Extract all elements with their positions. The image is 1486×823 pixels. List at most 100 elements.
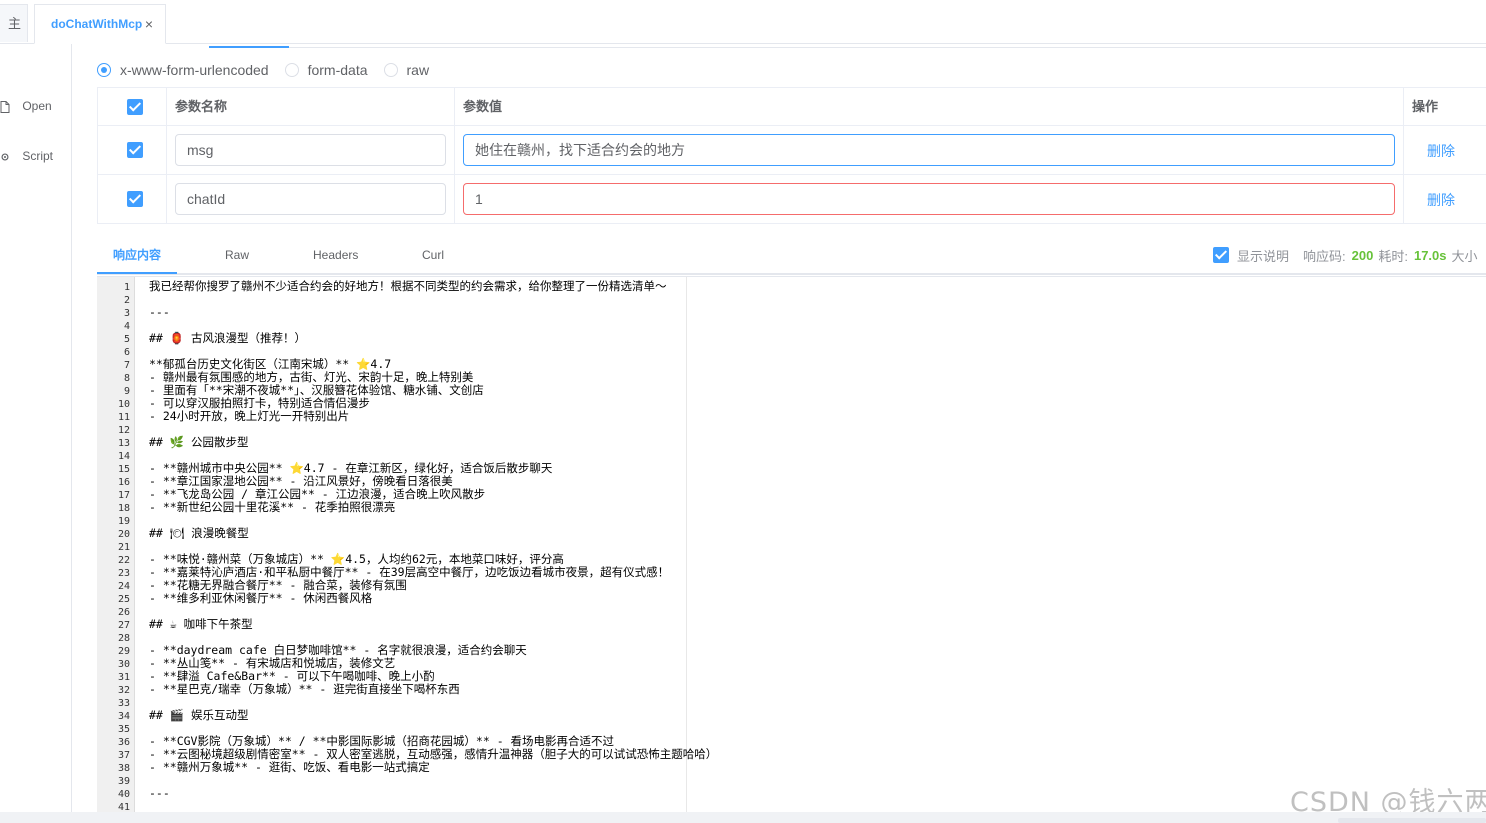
radio-label: form-data	[307, 62, 368, 78]
code-lines: 我已经帮你搜罗了赣州不少适合约会的好地方！根据不同类型的约会需求，给你整理了一份…	[149, 280, 1479, 813]
line-number: 27	[117, 620, 130, 631]
tab-home[interactable]: 主页	[0, 4, 28, 42]
column-divider	[166, 88, 167, 224]
column-divider	[1403, 88, 1404, 224]
table-header-row: 参数名称 参数值 操作	[98, 88, 1486, 126]
line-number: 25	[117, 594, 130, 605]
code-line: ## 🎬 娱乐互动型	[149, 708, 249, 722]
line-number: 11	[117, 412, 130, 423]
rail-item-label: Open	[22, 99, 52, 113]
line-number: 7	[123, 360, 130, 371]
line-number: 31	[117, 672, 130, 683]
line-number: 4	[123, 321, 130, 332]
line-number: 38	[117, 763, 130, 774]
radio-dot[interactable]	[284, 63, 299, 77]
params-table: 参数名称 参数值 操作 msg 她住在赣州，找下适合约会的地方 删除 chatI…	[97, 87, 1486, 224]
active-tab-indicator	[97, 272, 177, 274]
code-line: ## 🍽 浪漫晚餐型	[149, 526, 249, 540]
header-param-value: 参数值	[463, 99, 503, 114]
row-enabled-checkbox[interactable]	[127, 191, 143, 207]
tab-headers[interactable]: Headers	[313, 243, 358, 273]
bottom-scroll-track	[0, 812, 1486, 823]
param-name-input[interactable]: msg	[175, 134, 446, 166]
line-number: 1	[123, 282, 130, 293]
line-number: 19	[117, 516, 130, 527]
body-type-radio-group: x-www-form-urlencoded form-data raw	[97, 60, 445, 80]
line-number: 18	[117, 503, 130, 514]
tab-raw[interactable]: Raw	[225, 243, 249, 273]
radio-label: x-www-form-urlencoded	[120, 62, 269, 78]
line-number: 35	[117, 724, 130, 735]
radio-label: raw	[406, 62, 430, 78]
line-number: 28	[117, 633, 130, 644]
line-number: 40	[117, 789, 130, 800]
column-divider	[454, 88, 455, 224]
line-number: 14	[117, 451, 130, 462]
line-number: 36	[117, 737, 130, 748]
status-code-label: 响应码:	[1303, 248, 1346, 264]
line-number: 29	[117, 646, 130, 657]
radio-dot[interactable]	[97, 63, 111, 77]
line-number: 39	[117, 776, 130, 787]
show-description-checkbox[interactable]	[1213, 247, 1229, 263]
select-all-checkbox[interactable]	[127, 99, 143, 115]
rail-item-script[interactable]: Script	[0, 146, 53, 166]
param-name-input[interactable]: chatId	[175, 183, 446, 215]
line-number: 6	[123, 347, 130, 358]
delete-row-button[interactable]: 删除	[1427, 141, 1455, 161]
line-number: 21	[117, 542, 130, 553]
code-line: ---	[149, 786, 170, 800]
param-value-input[interactable]: 1	[463, 183, 1395, 215]
code-line: ## 🌿 公园散步型	[149, 435, 249, 449]
response-code-viewer[interactable]: 1 2 3 4 5 6 7 8 9 10 11 12 13 14 15 16 17 18 19 20 21 22 23 24 2…	[97, 276, 1486, 813]
tab-response-content[interactable]: 响应内容	[113, 243, 161, 273]
radio-x-www-form-urlencoded[interactable]: x-www-form-urlencoded	[97, 62, 269, 78]
table-row: msg 她住在赣州，找下适合约会的地方 删除	[98, 126, 1486, 175]
line-number: 23	[117, 568, 130, 579]
radio-raw[interactable]: raw	[383, 62, 430, 78]
line-number: 16	[117, 477, 130, 488]
tab-label: doChatWithMcp	[51, 17, 143, 31]
line-number: 8	[123, 373, 130, 384]
line-number: 37	[117, 750, 130, 761]
elapsed-time-value: 17.0s	[1413, 247, 1447, 263]
close-icon[interactable]: ×	[145, 5, 153, 43]
document-icon	[0, 100, 10, 113]
code-line: ## 🏮 古风浪漫型（推荐！）	[149, 331, 307, 345]
code-line: ---	[149, 305, 170, 319]
radio-dot[interactable]	[383, 63, 398, 77]
divider	[209, 47, 1486, 48]
code-line: - **新世纪公园十里花溪** - 花季拍照很漂亮	[149, 500, 396, 514]
line-number: 13	[117, 438, 130, 449]
row-enabled-checkbox[interactable]	[127, 142, 143, 158]
active-subtab-indicator	[209, 46, 289, 48]
status-code-value: 200	[1351, 247, 1374, 263]
tab-curl[interactable]: Curl	[422, 243, 444, 273]
delete-row-button[interactable]: 删除	[1427, 190, 1455, 210]
rail-item-open[interactable]: Open	[0, 96, 52, 116]
tab-bar: 主页 doChatWithMcp ×	[0, 0, 1486, 44]
horizontal-scrollbar[interactable]	[1338, 818, 1486, 823]
tab-dochatwithmcp[interactable]: doChatWithMcp ×	[34, 4, 166, 44]
param-value-input[interactable]: 她住在赣州，找下适合约会的地方	[463, 134, 1395, 166]
code-line: - **星巴克/瑞幸（万象城）** - 逛完街直接坐下喝杯东西	[149, 682, 460, 696]
line-number: 5	[123, 334, 130, 345]
line-number: 34	[117, 711, 130, 722]
code-line: - **赣州万象城** - 逛街、吃饭、看电影一站式搞定	[149, 760, 430, 774]
line-number: 15	[117, 464, 130, 475]
code-line: ## ☕ 咖啡下午茶型	[149, 617, 253, 631]
line-number: 22	[117, 555, 130, 566]
line-number: 9	[123, 386, 130, 397]
line-number: 12	[117, 425, 130, 436]
response-info: 显示说明 响应码: 200 耗时: 17.0s 大小	[1213, 244, 1478, 266]
line-number: 17	[117, 490, 130, 501]
radio-form-data[interactable]: form-data	[284, 62, 368, 78]
line-number: 26	[117, 607, 130, 618]
